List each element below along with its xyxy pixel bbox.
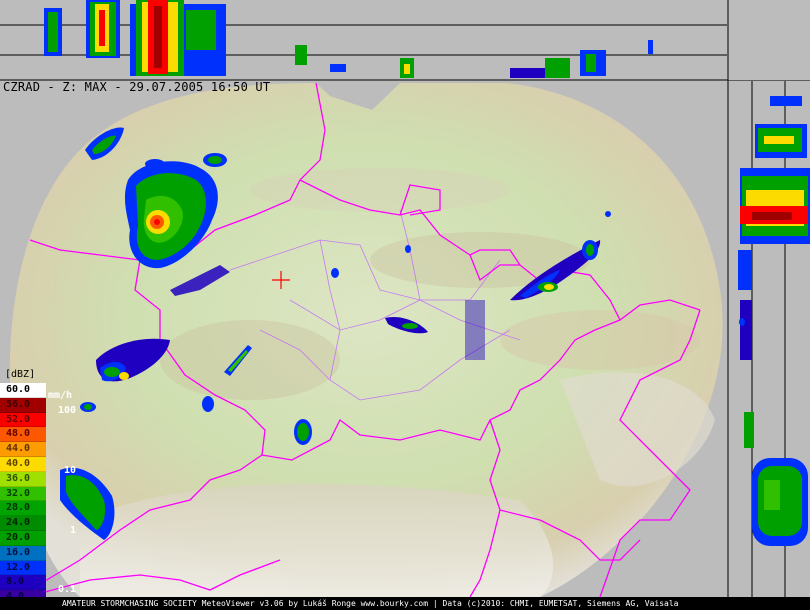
radar-coverage [9, 83, 723, 597]
mmh-value-0-1: 0.1 [58, 584, 77, 595]
legend-level-0: 60.0 [0, 383, 46, 398]
legend-unit-label: [dBZ] [5, 369, 36, 380]
mmh-value-10: 10 [64, 465, 77, 476]
mmh-value-1: 1 [70, 525, 77, 536]
radar-viewer: CZRAD - Z: MAX - 29.07.2005 16:50 UT [dB… [0, 0, 810, 610]
legend-level-10: 20.0 [0, 530, 46, 546]
legend-level-11: 16.0 [0, 545, 46, 561]
legend-level-1: 56.0 [0, 397, 46, 413]
legend-level-12: 12.0 [0, 560, 46, 576]
map-title: CZRAD - Z: MAX - 29.07.2005 16:50 UT [3, 80, 271, 94]
legend-level-13: 8.0 [0, 575, 46, 591]
mmh-value-100: 100 [58, 405, 77, 416]
legend-level-2: 52.0 [0, 412, 46, 428]
dbz-legend: 60.0 56.0 52.0 48.0 44.0 40.0 36.0 32.0 28.0 24.0… [0, 383, 46, 605]
legend-level-7: 32.0 [0, 486, 46, 502]
credits-footer: AMATEUR STORMCHASING SOCIETY MeteoViewer… [0, 597, 810, 610]
legend-level-6: 36.0 [0, 471, 46, 487]
legend-level-5: 40.0 [0, 456, 46, 472]
legend-level-9: 24.0 [0, 516, 46, 531]
legend-level-8: 28.0 [0, 501, 46, 517]
mmh-unit-label: mm/h [48, 390, 73, 401]
side-profile-panel [729, 81, 810, 597]
legend-level-3: 48.0 [0, 427, 46, 443]
legend-level-4: 44.0 [0, 442, 46, 457]
